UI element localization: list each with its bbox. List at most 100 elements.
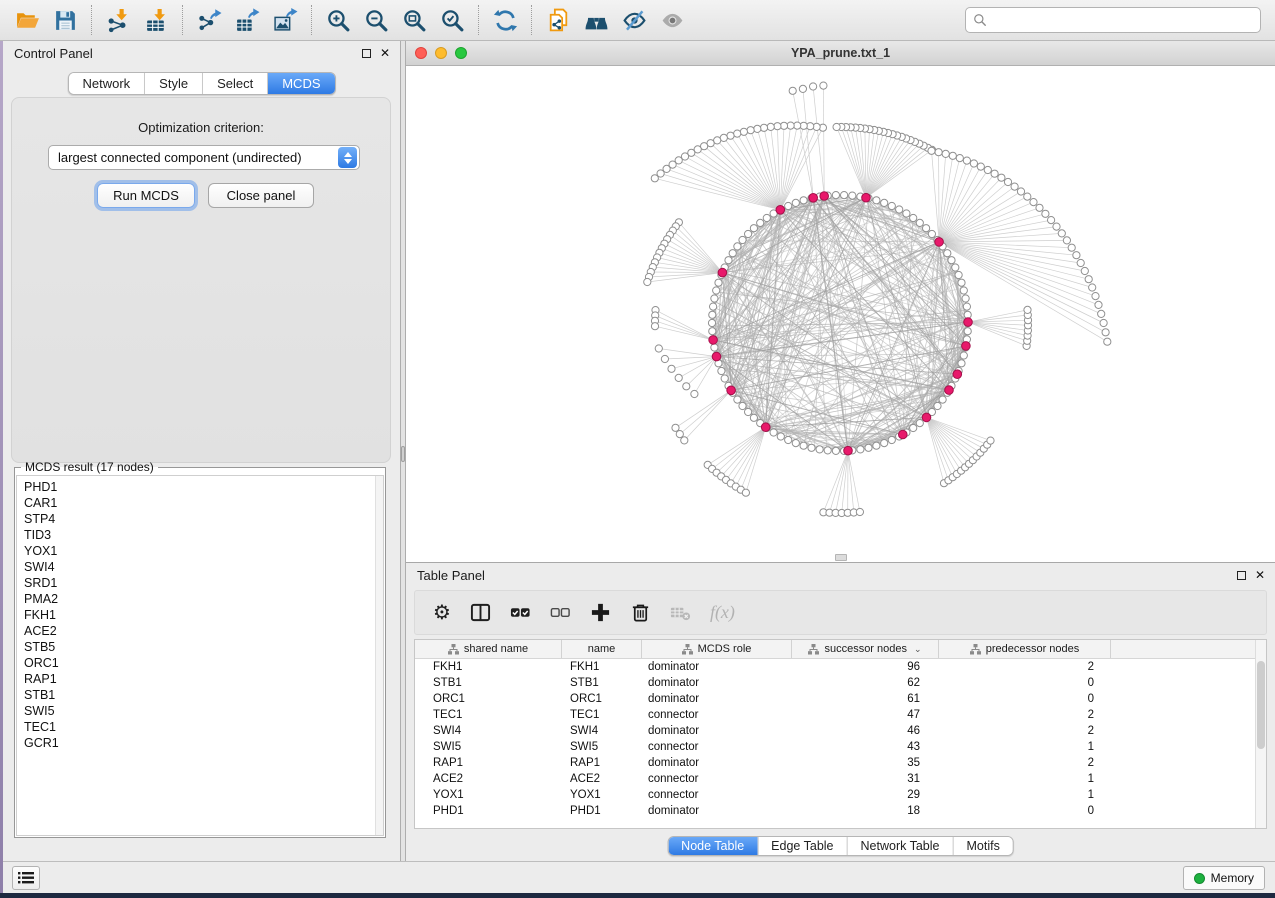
mcds-result-item[interactable]: ORC1: [24, 655, 383, 671]
mcds-result-item[interactable]: STP4: [24, 511, 383, 527]
graph-hub-node[interactable]: [820, 192, 829, 201]
hide-selected-icon[interactable]: [615, 3, 653, 37]
graph-hub-node[interactable]: [761, 423, 770, 432]
open-file-icon[interactable]: [8, 3, 46, 37]
graph-hub-node[interactable]: [935, 238, 944, 247]
task-history-button[interactable]: [12, 866, 40, 890]
float-panel-icon[interactable]: [1237, 571, 1246, 580]
mcds-result-item[interactable]: PMA2: [24, 591, 383, 607]
delete-column-icon[interactable]: [630, 602, 651, 623]
mcds-result-item[interactable]: FKH1: [24, 607, 383, 623]
close-panel-button[interactable]: Close panel: [208, 183, 314, 208]
mcds-result-item[interactable]: SRD1: [24, 575, 383, 591]
graph-hub-node[interactable]: [899, 430, 908, 439]
tab-select[interactable]: Select: [202, 73, 267, 94]
import-network-icon[interactable]: [99, 3, 137, 37]
table-row[interactable]: FKH1FKH1dominator962: [415, 659, 1266, 675]
tab-motifs[interactable]: Motifs: [952, 837, 1012, 855]
table-row[interactable]: SWI5SWI5connector431: [415, 739, 1266, 755]
table-row[interactable]: SWI4SWI4dominator462: [415, 723, 1266, 739]
network-window-titlebar[interactable]: YPA_prune.txt_1: [406, 41, 1275, 66]
export-table-icon[interactable]: [228, 3, 266, 37]
float-panel-icon[interactable]: [362, 49, 371, 58]
mcds-result-item[interactable]: TEC1: [24, 719, 383, 735]
mcds-result-item[interactable]: YOX1: [24, 543, 383, 559]
column-header-name[interactable]: name: [562, 640, 642, 658]
show-all-icon[interactable]: [653, 3, 691, 37]
save-session-icon[interactable]: [46, 3, 84, 37]
tab-mcds[interactable]: MCDS: [267, 73, 334, 94]
tab-style[interactable]: Style: [144, 73, 202, 94]
table-row[interactable]: ACE2ACE2connector311: [415, 771, 1266, 787]
tab-edge-table[interactable]: Edge Table: [757, 837, 846, 855]
import-table-icon[interactable]: [137, 3, 175, 37]
column-header-successor-nodes[interactable]: successor nodes⌄: [792, 640, 939, 658]
table-row[interactable]: YOX1YOX1connector291: [415, 787, 1266, 803]
add-column-icon[interactable]: [590, 602, 611, 623]
refresh-icon[interactable]: [486, 3, 524, 37]
first-neighbors-icon[interactable]: [577, 3, 615, 37]
table-scrollbar-thumb[interactable]: [1257, 661, 1265, 749]
tab-node-table[interactable]: Node Table: [668, 837, 757, 855]
mcds-result-item[interactable]: GCR1: [24, 735, 383, 751]
window-maximize-icon[interactable]: [455, 47, 467, 59]
run-mcds-button[interactable]: Run MCDS: [97, 183, 195, 208]
window-minimize-icon[interactable]: [435, 47, 447, 59]
column-header-MCDS-role[interactable]: MCDS role: [642, 640, 792, 658]
graph-hub-node[interactable]: [962, 342, 971, 351]
table-row[interactable]: PHD1PHD1dominator180: [415, 803, 1266, 819]
graph-hub-node[interactable]: [727, 386, 736, 395]
column-header-shared-name[interactable]: shared name: [415, 640, 562, 658]
graph-hub-node[interactable]: [862, 193, 871, 202]
mcds-result-item[interactable]: STB1: [24, 687, 383, 703]
optimization-criterion-select[interactable]: largest connected component (undirected): [48, 145, 360, 170]
table-scrollbar[interactable]: [1255, 640, 1266, 828]
graph-hub-node[interactable]: [776, 206, 785, 215]
zoom-selected-icon[interactable]: [433, 3, 471, 37]
graph-hub-node[interactable]: [953, 370, 962, 379]
network-canvas[interactable]: [406, 66, 1275, 562]
export-image-icon[interactable]: [266, 3, 304, 37]
tab-network[interactable]: Network: [68, 73, 144, 94]
network-graph[interactable]: [406, 66, 1275, 562]
graph-hub-node[interactable]: [844, 446, 853, 455]
export-network-icon[interactable]: [190, 3, 228, 37]
close-panel-icon[interactable]: ✕: [1255, 570, 1265, 581]
mcds-result-item[interactable]: RAP1: [24, 671, 383, 687]
graph-hub-node[interactable]: [712, 352, 721, 361]
zoom-out-icon[interactable]: [357, 3, 395, 37]
mcds-result-item[interactable]: SWI5: [24, 703, 383, 719]
select-all-icon[interactable]: [510, 602, 531, 623]
mcds-result-item[interactable]: TID3: [24, 527, 383, 543]
table-row[interactable]: ORC1ORC1dominator610: [415, 691, 1266, 707]
mcds-result-item[interactable]: CAR1: [24, 495, 383, 511]
panel-mode-icon[interactable]: [470, 602, 491, 623]
memory-button[interactable]: Memory: [1183, 866, 1265, 890]
mcds-result-item[interactable]: ACE2: [24, 623, 383, 639]
tab-network-table[interactable]: Network Table: [847, 837, 953, 855]
graph-hub-node[interactable]: [945, 386, 954, 395]
table-row[interactable]: STB1STB1dominator620: [415, 675, 1266, 691]
mcds-result-item[interactable]: STB5: [24, 639, 383, 655]
result-scrollbar[interactable]: [375, 476, 383, 835]
table-row[interactable]: TEC1TEC1connector472: [415, 707, 1266, 723]
gear-icon[interactable]: ⚙: [433, 603, 451, 623]
mcds-result-item[interactable]: PHD1: [24, 479, 383, 495]
splitter-grip[interactable]: [401, 446, 405, 462]
clone-network-icon[interactable]: [539, 3, 577, 37]
search-box[interactable]: [965, 7, 1261, 33]
zoom-in-icon[interactable]: [319, 3, 357, 37]
table-row[interactable]: RAP1RAP1dominator352: [415, 755, 1266, 771]
close-panel-icon[interactable]: ✕: [380, 48, 390, 59]
column-header-predecessor-nodes[interactable]: predecessor nodes: [939, 640, 1111, 658]
zoom-fit-icon[interactable]: [395, 3, 433, 37]
canvas-splitter-grip[interactable]: [835, 554, 847, 561]
search-input[interactable]: [992, 13, 1253, 27]
graph-hub-node[interactable]: [709, 336, 718, 345]
graph-hub-node[interactable]: [718, 268, 727, 277]
graph-hub-node[interactable]: [964, 318, 973, 327]
function-builder-icon[interactable]: f(x): [710, 602, 735, 623]
graph-hub-node[interactable]: [922, 413, 931, 422]
graph-hub-node[interactable]: [809, 194, 818, 203]
deselect-all-icon[interactable]: [550, 602, 571, 623]
